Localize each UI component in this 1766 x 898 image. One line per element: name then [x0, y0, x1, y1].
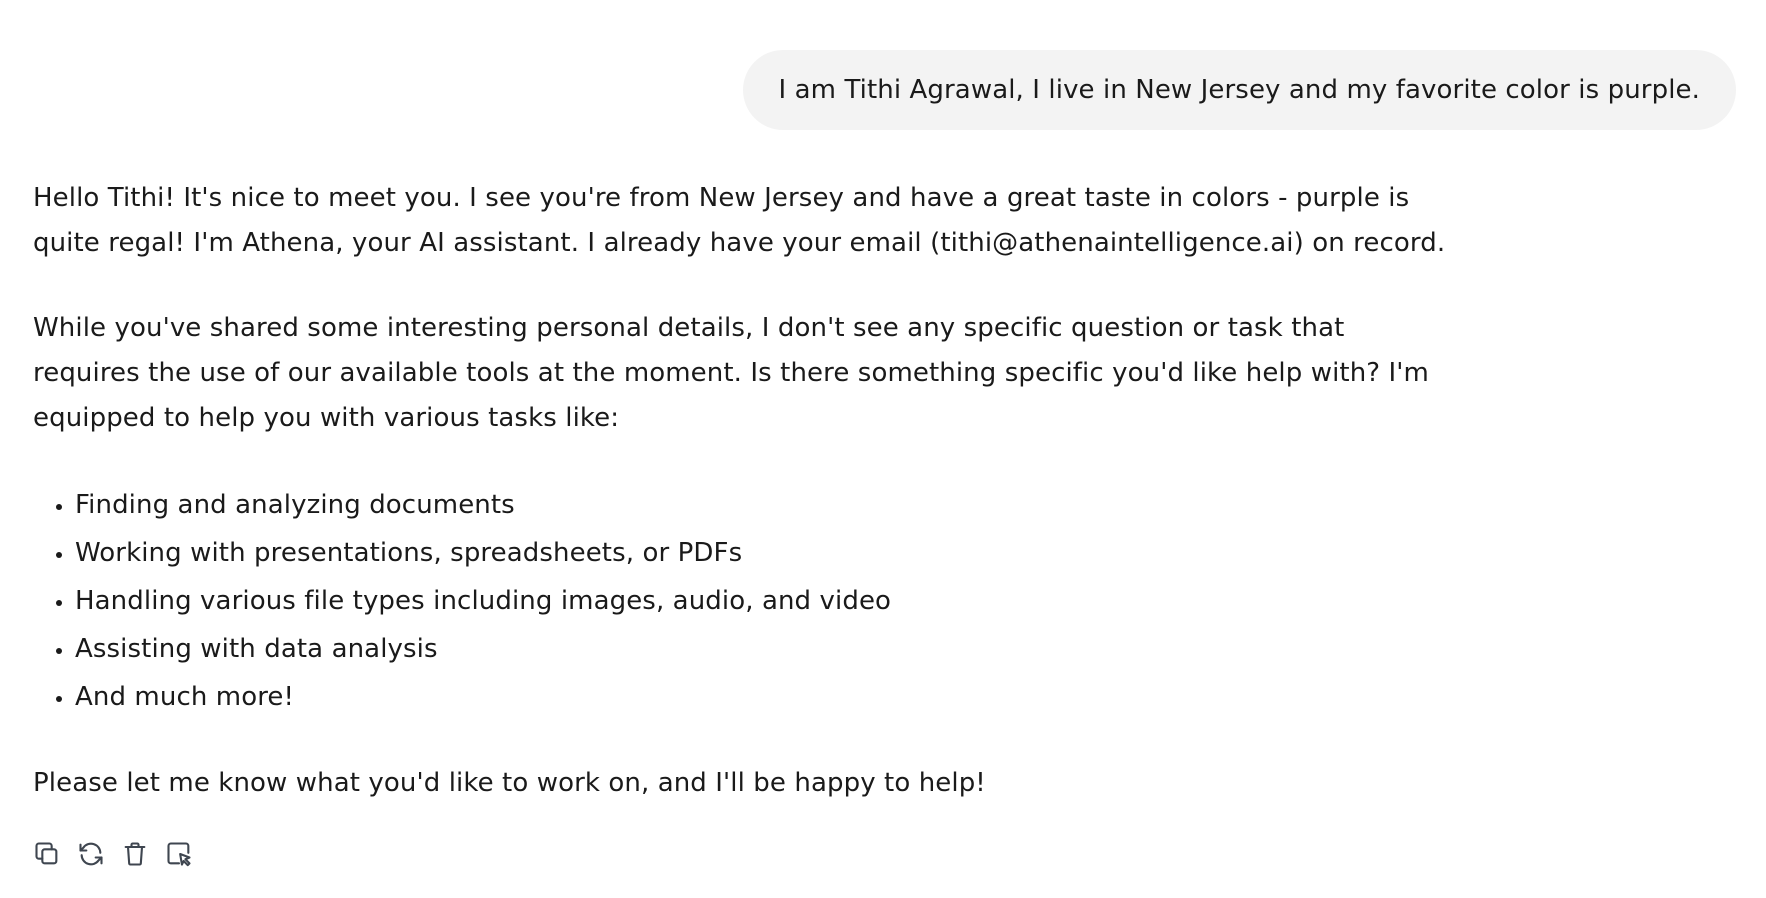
assistant-paragraph-2: While you've shared some interesting per… [33, 313, 1429, 433]
list-item: Assisting with data analysis [75, 625, 1453, 673]
assistant-paragraph-3: Please let me know what you'd like to wo… [33, 768, 986, 798]
refresh-icon [79, 842, 103, 866]
user-message-row: I am Tithi Agrawal, I live in New Jersey… [742, 50, 1736, 130]
regenerate-button[interactable] [77, 838, 105, 870]
list-item: And much more! [75, 673, 1453, 721]
delete-button[interactable] [121, 838, 149, 870]
list-item: Handling various file types including im… [75, 577, 1453, 625]
list-item: Working with presentations, spreadsheets… [75, 529, 1453, 577]
message-actions [33, 838, 193, 870]
user-message-bubble: I am Tithi Agrawal, I live in New Jersey… [742, 50, 1736, 130]
capabilities-list: Finding and analyzing documents Working … [33, 481, 1453, 721]
list-item: Finding and analyzing documents [75, 481, 1453, 529]
chat-thread: I am Tithi Agrawal, I live in New Jersey… [0, 0, 1766, 898]
assistant-paragraph-1: Hello Tithi! It's nice to meet you. I se… [33, 183, 1446, 258]
copy-button[interactable] [33, 838, 61, 870]
copy-icon [35, 842, 58, 865]
select-button[interactable] [165, 838, 193, 870]
cursor-select-icon [167, 842, 191, 867]
trash-icon [124, 842, 146, 866]
assistant-message: Hello Tithi! It's nice to meet you. I se… [33, 176, 1453, 806]
